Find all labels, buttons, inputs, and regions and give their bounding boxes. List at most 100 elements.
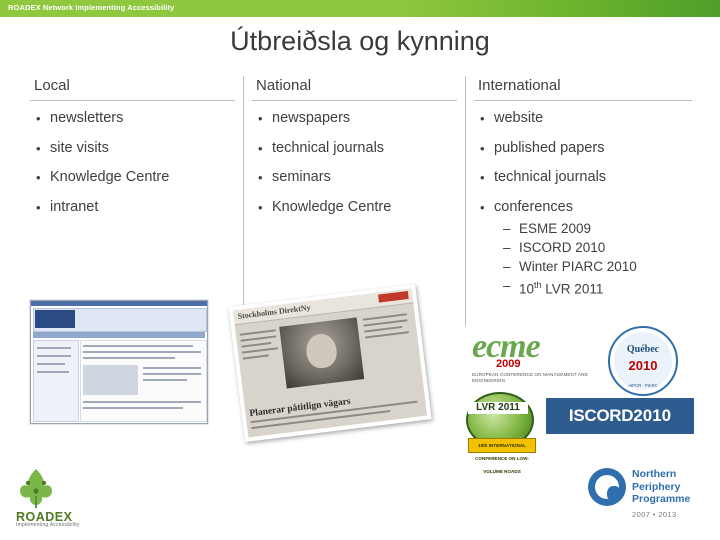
npp-globe-landmass: [607, 486, 621, 502]
sub-list-item-tail: LVR 2011: [541, 281, 604, 296]
screenshot-sidebar-line: [37, 363, 65, 365]
top-banner: ROADEX Network Implementing Accessibilit…: [0, 0, 720, 17]
sub-list-item-superscript: th: [534, 279, 542, 290]
roadex-logo: ROADEX Implementing Accessibility: [14, 466, 118, 528]
screenshot-site-nav: [33, 332, 205, 338]
bullet-icon: •: [258, 140, 263, 156]
sub-list-item-label: ESME 2009: [519, 220, 592, 236]
quebec-piarc-logo: Québec 2010 AIPCR · PIARC: [608, 326, 678, 396]
newspaper-text-line: [239, 329, 276, 336]
screenshot-text-line: [83, 357, 175, 359]
iscord-2010-logo: ISCORD 2010: [546, 398, 694, 434]
column-heading-rule-international: [474, 100, 692, 101]
lvr-logo-ribbon: 10th INTERNATIONAL CONFERENCE ON LOW-VOL…: [468, 438, 536, 474]
bullet-icon: •: [258, 199, 263, 215]
list-item-label: seminars: [272, 169, 331, 185]
screenshot-text-line: [83, 345, 193, 347]
list-item: • newspapers: [252, 110, 470, 127]
bullet-icon: •: [258, 111, 263, 126]
content-columns: Local • newsletters • site visits • Know…: [30, 76, 692, 326]
list-item-label: Knowledge Centre: [50, 169, 170, 185]
sub-list-item: – 10th LVR 2011: [503, 276, 692, 299]
list-item: • Knowledge Centre: [252, 199, 470, 216]
column-international: International • website • published pape…: [474, 76, 692, 326]
screenshot-text-line: [143, 367, 201, 369]
roadex-logo-tagline: Implementing Accessibility: [16, 522, 80, 528]
column-heading-rule-national: [252, 100, 457, 101]
bullet-icon: •: [480, 199, 485, 215]
list-item: • published papers: [474, 140, 692, 157]
list-item-label: newspapers: [272, 110, 351, 126]
screenshot-text-line: [83, 351, 201, 353]
roadex-tree-icon: [20, 469, 52, 508]
npp-logo-line1: Northern: [632, 468, 677, 480]
ecme-logo-word: ecme: [472, 328, 541, 365]
newspaper-text-line: [240, 335, 277, 342]
list-item-label: newsletters: [50, 110, 124, 126]
screenshot-text-line: [143, 373, 201, 375]
list-item-label: website: [494, 110, 544, 126]
sub-list-item-label: 10: [519, 281, 535, 296]
screenshot-site-logo: [35, 310, 75, 328]
list-item: • Knowledge Centre: [30, 169, 248, 186]
sub-list-item: – Winter PIARC 2010: [503, 257, 692, 276]
newspaper-text-line: [364, 325, 403, 333]
list-item: • website: [474, 110, 692, 127]
ecme-logo-year: 2009: [496, 358, 521, 370]
screenshot-text-line: [83, 407, 183, 409]
newspaper-text-line: [365, 331, 409, 339]
newspaper-clipping-photo: Stockholms DirektNy Planerar påtitlign v…: [228, 284, 432, 442]
column-national: National • newspapers • technical journa…: [252, 76, 470, 326]
list-item-label: technical journals: [272, 139, 385, 156]
list-item-label: intranet: [50, 198, 99, 215]
quebec-logo-year: 2010: [628, 358, 658, 373]
sub-list-item: – ISCORD 2010: [503, 238, 692, 257]
column-heading-international: International: [478, 77, 561, 94]
lvr-2011-logo: LVR 2011 10th INTERNATIONAL CONFERENCE O…: [466, 392, 538, 474]
bullet-list-local: • newsletters • site visits • Knowledge …: [30, 102, 248, 216]
bullet-icon: •: [36, 170, 41, 185]
quebec-logo-subtitle: AIPCR · PIARC: [628, 383, 658, 388]
bullet-icon: •: [36, 111, 41, 126]
sub-list-item-label: ISCORD 2010: [519, 239, 606, 255]
screenshot-text-line: [83, 401, 201, 403]
screenshot-sidebar-line: [37, 347, 71, 349]
northern-periphery-programme-logo: Northern Periphery Programme 2007 • 2013: [588, 466, 708, 528]
list-item: • technical journals: [252, 140, 470, 157]
dash-icon: –: [503, 239, 511, 255]
list-item-label: site visits: [50, 139, 109, 156]
page-title: Útbreiðsla og kynning: [230, 26, 490, 56]
screenshot-sidebar-line: [37, 371, 69, 373]
bullet-icon: •: [480, 140, 485, 156]
column-local: Local • newsletters • site visits • Know…: [30, 76, 248, 326]
iscord-logo-year: 2010: [633, 406, 672, 425]
npp-logo-line3: Programme: [632, 493, 691, 505]
bullet-icon: •: [36, 140, 41, 156]
list-item-label: Knowledge Centre: [272, 198, 392, 215]
column-heading-local: Local: [34, 77, 70, 94]
sub-list-item-label: Winter PIARC 2010: [519, 258, 637, 274]
npp-logo-line2: Periphery: [632, 480, 681, 493]
screenshot-text-line: [143, 379, 187, 381]
quebec-logo-name: Québec: [626, 344, 660, 355]
dash-icon: –: [503, 277, 511, 293]
list-item: • site visits: [30, 140, 248, 157]
sub-list-item: – ESME 2009: [503, 219, 692, 238]
list-item: • technical journals: [474, 169, 692, 186]
bullet-icon: •: [258, 170, 263, 185]
ecme-logo-subtitle: EUROPEAN CONFERENCE ON MANAGEMENT AND EN…: [472, 372, 588, 383]
newspaper-photo-image: [279, 317, 365, 389]
npp-globe-icon: [588, 468, 626, 506]
screenshot-image-block: [83, 365, 138, 395]
newspaper-photo-subject: [304, 332, 339, 370]
npp-globe-inner: [595, 475, 621, 502]
screenshot-site-sidebar: [33, 340, 79, 422]
list-item-label: published papers: [494, 139, 605, 156]
screenshot-browser-bar: [31, 301, 207, 306]
list-item-label: conferences: [494, 198, 573, 215]
newspaper-accent-bar: [378, 290, 409, 303]
lvr-logo-name: LVR 2011: [468, 402, 528, 414]
newspaper-text-line: [241, 347, 278, 354]
bullet-icon: •: [480, 111, 485, 126]
column-heading-rule-local: [30, 100, 235, 101]
